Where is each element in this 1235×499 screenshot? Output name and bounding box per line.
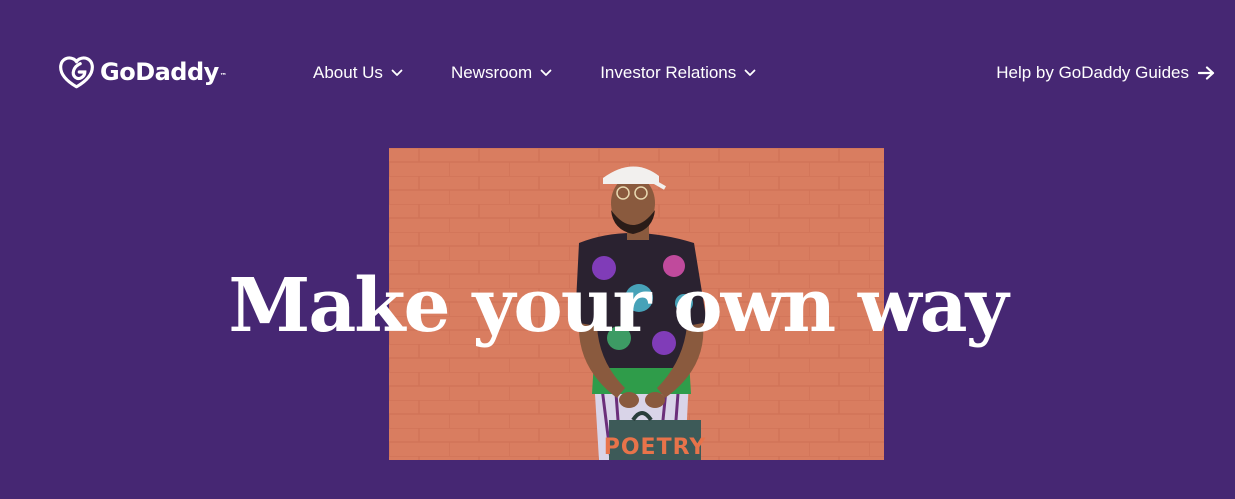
chevron-down-icon [391, 69, 403, 76]
bag-sign-text: POETRY [604, 435, 707, 460]
nav-item-label: About Us [313, 63, 383, 82]
nav-item-about-us[interactable]: About Us [313, 61, 403, 85]
nav-item-newsroom[interactable]: Newsroom [451, 61, 552, 85]
nav-item-label: Newsroom [450, 63, 533, 82]
help-link-label: Help by GoDaddy Guides [996, 63, 1189, 82]
arrow-right-icon [1198, 66, 1215, 80]
godaddy-logo[interactable]: GoDaddy™ [58, 54, 227, 90]
hero-title: Make your own way [228, 263, 1008, 349]
help-guides-link[interactable]: Help by GoDaddy Guides [996, 61, 1215, 85]
chevron-down-icon [540, 69, 552, 76]
nav-item-investor-relations[interactable]: Investor Relations [600, 61, 756, 85]
brand-name: GoDaddy™ [100, 58, 227, 86]
godaddy-heart-icon [59, 56, 94, 89]
nav-item-label: Investor Relations [600, 63, 737, 82]
trademark-symbol: ™ [219, 72, 227, 80]
main-nav: About Us Newsroom Investor Relations [313, 61, 804, 85]
site-header: GoDaddy™ About Us Newsroom Investor Rela… [0, 0, 1235, 145]
chevron-down-icon [744, 69, 756, 76]
